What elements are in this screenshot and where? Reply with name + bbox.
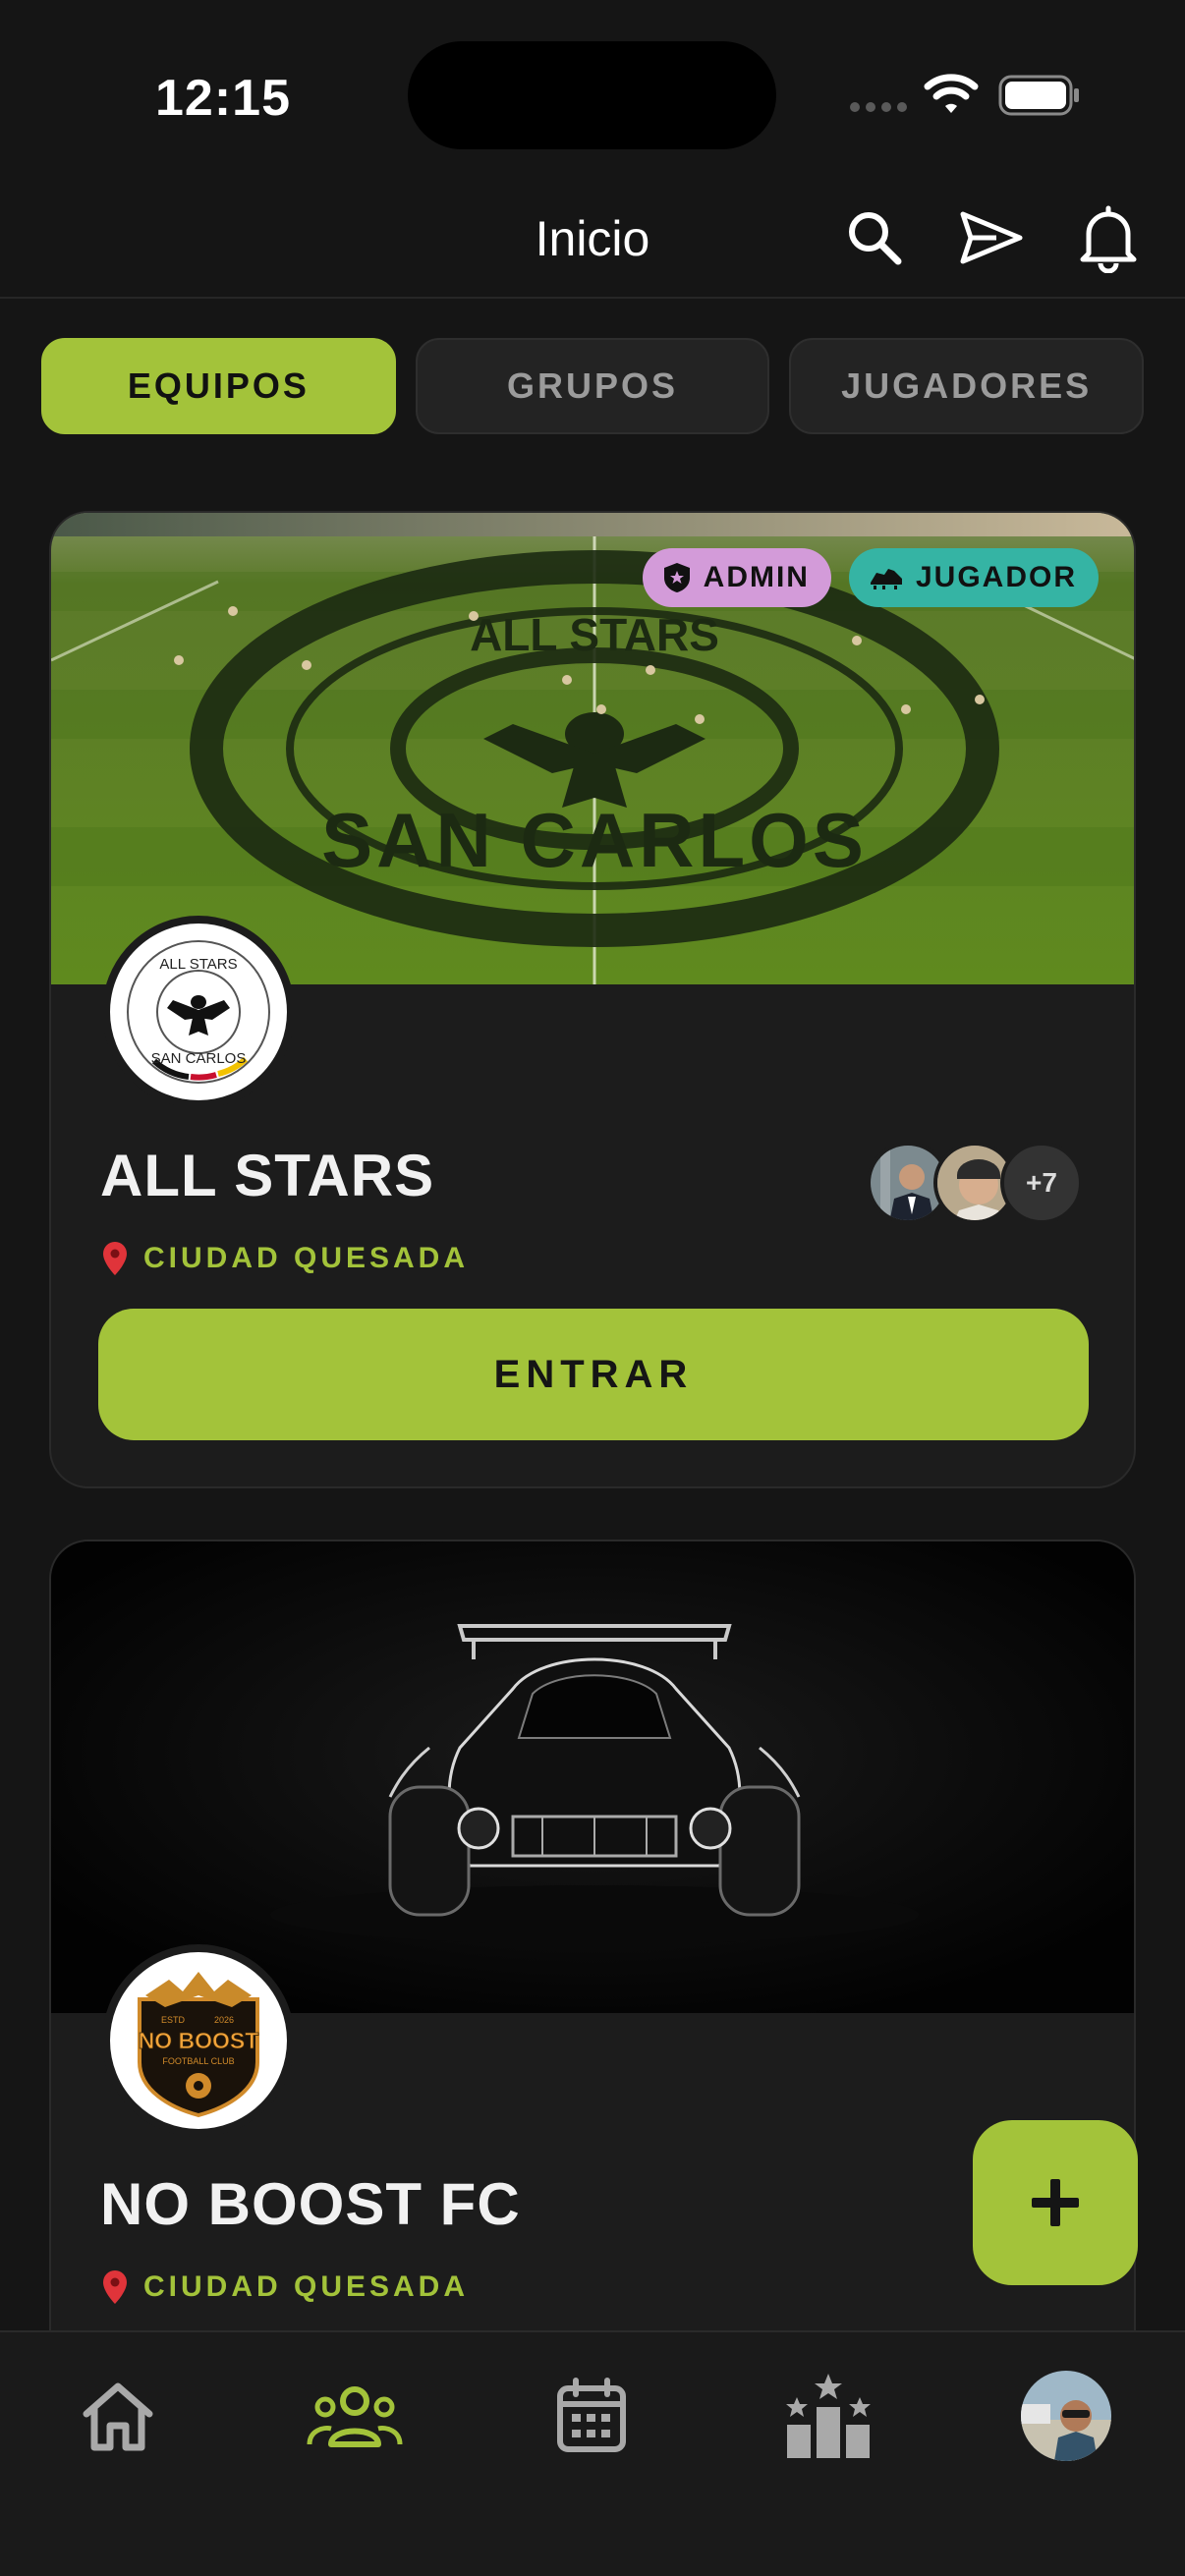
pin-icon — [103, 2270, 127, 2304]
logo-subtext: FOOTBALL CLUB — [162, 2056, 234, 2066]
team-cover-image — [51, 1541, 1134, 2013]
wifi-icon — [924, 74, 979, 113]
nav-profile[interactable] — [1012, 2362, 1120, 2470]
home-icon — [83, 2382, 153, 2451]
nav-home[interactable] — [64, 2362, 172, 2470]
add-team-button[interactable] — [973, 2120, 1138, 2285]
ranking-icon — [786, 2374, 871, 2458]
plus-icon — [1032, 2179, 1079, 2226]
status-bar: 12:15 — [0, 0, 1185, 177]
signal-icon — [850, 102, 907, 112]
cover-text-top: ALL STARS — [470, 609, 719, 660]
battery-icon — [998, 75, 1079, 116]
nav-teams[interactable] — [301, 2362, 409, 2470]
location-label: CIUDAD QUESADA — [143, 1242, 470, 1274]
team-name: ALL STARS — [100, 1143, 435, 1208]
team-logo: ESTD 2026 NO BOOST FOOTBALL CLUB — [102, 1944, 295, 2137]
logo-est: ESTD — [161, 2015, 186, 2025]
profile-avatar — [1021, 2371, 1111, 2461]
admin-badge: ADMIN — [642, 548, 831, 607]
team-icon — [307, 2386, 403, 2447]
logo-text: NO BOOST — [139, 2028, 259, 2053]
nav-calendar[interactable] — [537, 2362, 646, 2470]
logo-text-top: ALL STARS — [159, 956, 237, 973]
send-icon[interactable] — [957, 206, 1026, 269]
cleat-icon — [870, 569, 902, 589]
bottom-nav — [0, 2330, 1185, 2576]
member-avatars[interactable]: +7 — [867, 1142, 1083, 1224]
segment-tabs: EQUIPOS GRUPOS JUGADORES — [41, 338, 1145, 434]
status-time: 12:15 — [155, 70, 291, 127]
pin-icon — [103, 1242, 127, 1275]
tab-grupos[interactable]: GRUPOS — [415, 338, 770, 434]
bell-icon[interactable] — [1077, 204, 1140, 273]
team-card[interactable]: ALL STARS SAN CARLOS ADMIN JUGADOR ALL S… — [49, 511, 1136, 1488]
tab-jugadores[interactable]: JUGADORES — [789, 338, 1145, 434]
search-icon[interactable] — [843, 206, 906, 269]
enter-button[interactable]: ENTRAR — [98, 1309, 1089, 1440]
player-badge-label: JUGADOR — [915, 561, 1077, 593]
admin-badge-label: ADMIN — [703, 561, 810, 593]
team-location: CIUDAD QUESADA — [100, 2268, 469, 2306]
role-badges: ADMIN JUGADOR — [642, 548, 1099, 607]
logo-text-bottom: SAN CARLOS — [151, 1050, 247, 1067]
logo-year: 2026 — [214, 2015, 234, 2025]
cover-text-bottom: SAN CARLOS — [321, 797, 868, 883]
calendar-icon — [557, 2378, 626, 2452]
team-location: CIUDAD QUESADA — [100, 1240, 469, 1277]
location-label: CIUDAD QUESADA — [143, 2270, 470, 2303]
members-more-count: +7 — [1000, 1142, 1083, 1224]
team-name: NO BOOST FC — [100, 2171, 521, 2237]
shield-icon — [663, 563, 690, 592]
dynamic-island — [408, 41, 776, 149]
team-cover-image: ALL STARS SAN CARLOS ADMIN JUGADOR — [51, 513, 1134, 984]
player-badge: JUGADOR — [848, 548, 1099, 607]
tab-equipos[interactable]: EQUIPOS — [41, 338, 396, 434]
team-card[interactable]: ESTD 2026 NO BOOST FOOTBALL CLUB NO BOOS… — [49, 1540, 1136, 2384]
nav-ranking[interactable] — [774, 2362, 882, 2470]
app-header: Inicio — [0, 177, 1185, 299]
team-logo: ALL STARS SAN CARLOS — [102, 916, 295, 1108]
